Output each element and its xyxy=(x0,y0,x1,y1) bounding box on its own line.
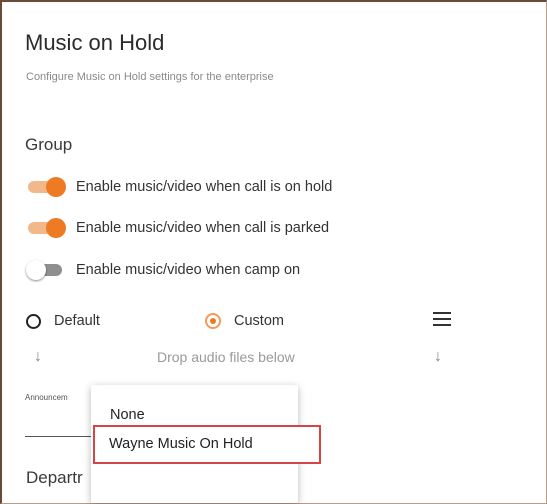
page-title: Music on Hold xyxy=(25,30,165,55)
department-heading: Departr xyxy=(26,468,83,487)
radio-custom[interactable] xyxy=(205,313,221,329)
page-subtitle: Configure Music on Hold settings for the… xyxy=(26,71,274,83)
group-heading: Group xyxy=(25,135,73,154)
toggle-camp-on-label: Enable music/video when camp on xyxy=(76,262,301,278)
announcement-dropdown-menu: None Wayne Music On Hold xyxy=(91,385,321,503)
toggle-on-hold[interactable] xyxy=(26,176,66,198)
radio-default[interactable] xyxy=(26,314,41,329)
radio-default-label[interactable]: Default xyxy=(54,313,100,329)
toggle-knob xyxy=(46,218,66,238)
arrow-down-icon: ↓ xyxy=(434,348,442,365)
radio-custom-label[interactable]: Custom xyxy=(234,313,284,329)
dropdown-option-highlighted[interactable]: Wayne Music On Hold xyxy=(93,425,321,464)
hamburger-menu-icon[interactable] xyxy=(433,312,451,326)
arrow-down-icon: ↓ xyxy=(34,348,42,365)
toggle-knob xyxy=(46,177,66,197)
toggle-knob xyxy=(26,260,46,280)
toggle-on-hold-label: Enable music/video when call is on hold xyxy=(76,179,333,195)
toggle-parked-label: Enable music/video when call is parked xyxy=(76,220,330,236)
toggle-parked[interactable] xyxy=(26,217,66,239)
toggle-camp-on[interactable] xyxy=(26,259,66,281)
drop-zone-text: Drop audio files below xyxy=(157,349,295,365)
announcement-label: Announcem xyxy=(25,393,68,402)
announcement-field-underline[interactable] xyxy=(25,436,97,437)
radio-custom-dot xyxy=(210,318,216,324)
settings-panel: Music on Hold Configure Music on Hold se… xyxy=(0,0,547,504)
dropdown-option-none[interactable]: None xyxy=(110,407,145,423)
dropdown-option-label: Wayne Music On Hold xyxy=(109,436,253,452)
